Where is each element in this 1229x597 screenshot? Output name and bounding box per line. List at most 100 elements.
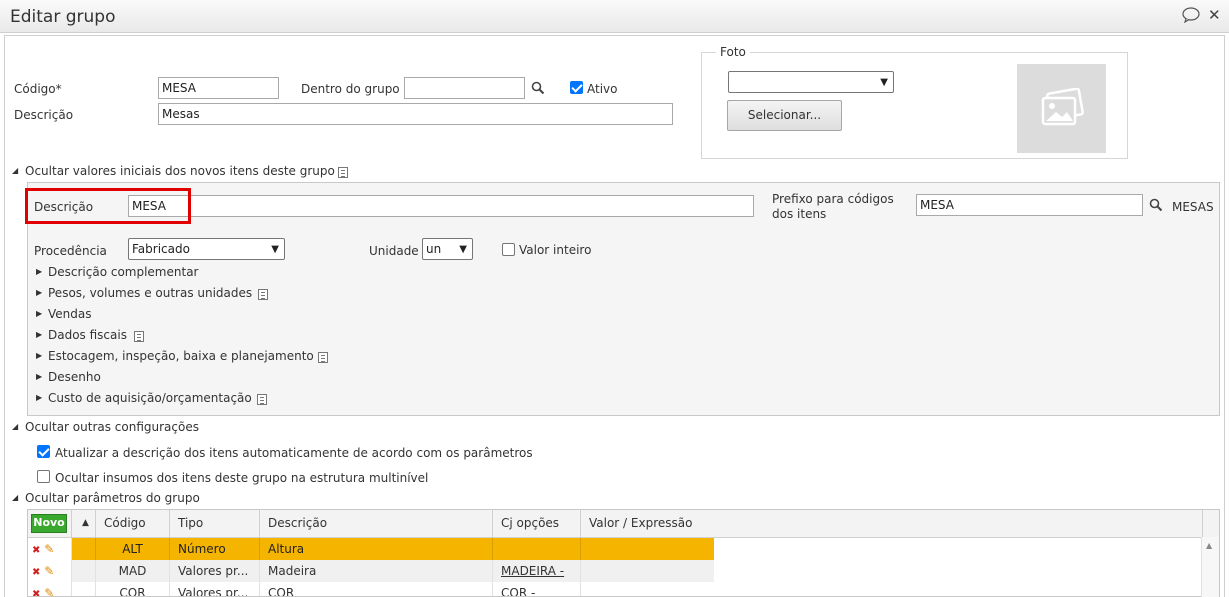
note-icon[interactable] [258, 289, 268, 300]
row-spacer [72, 582, 96, 596]
grid-header-sort[interactable]: ▲ [72, 510, 96, 538]
section-estocagem[interactable]: Estocagem, inspeção, baixa e planejament… [48, 349, 314, 363]
expand-triangle-icon[interactable]: ▶ [36, 267, 42, 276]
section-dados-fiscais[interactable]: Dados fiscais [48, 328, 127, 342]
valor-inteiro-label: Valor inteiro [519, 243, 592, 257]
scroll-up-icon[interactable]: ▲ [1206, 541, 1212, 550]
section-desenho[interactable]: Desenho [48, 370, 101, 384]
cell-valor[interactable] [581, 560, 714, 582]
valor-inteiro-checkbox[interactable] [502, 243, 515, 256]
row-actions: ✖ ✎ [28, 582, 72, 596]
cell-codigo: COR [96, 582, 170, 596]
update-description-label: Atualizar a descrição dos itens automati… [55, 446, 533, 460]
pencil-icon[interactable]: ✎ [44, 542, 54, 556]
close-icon[interactable]: ✕ [1208, 6, 1221, 24]
ativo-label: Ativo [587, 82, 618, 96]
params-grid: Novo ▲ Código Tipo Descrição Cj opções V… [27, 509, 1220, 597]
pencil-icon[interactable]: ✎ [44, 586, 54, 596]
cell-cj-opcoes[interactable]: COR - [493, 582, 581, 596]
search-icon[interactable] [1149, 198, 1163, 212]
note-icon[interactable] [318, 352, 328, 363]
search-icon[interactable] [531, 81, 545, 95]
cell-descricao: Altura [260, 538, 493, 560]
codigo-input[interactable]: MESA [158, 77, 279, 99]
dentro-do-grupo-input[interactable] [404, 77, 525, 99]
prefixo-input[interactable]: MESA [916, 194, 1143, 216]
procedencia-label: Procedência [34, 244, 107, 258]
table-row[interactable]: ✖ ✎ MAD Valores pr... Madeira MADEIRA - [28, 560, 1203, 582]
unidade-select[interactable]: un ▼ [422, 238, 473, 260]
section-custo-aquisicao[interactable]: Custo de aquisição/orçamentação [48, 391, 252, 405]
note-icon[interactable] [338, 167, 348, 178]
pencil-icon[interactable]: ✎ [44, 564, 54, 578]
procedencia-select[interactable]: Fabricado ▼ [128, 238, 285, 260]
highlight-box [25, 188, 191, 224]
collapse-triangle-icon[interactable]: ◢ [12, 493, 18, 502]
note-icon[interactable] [134, 331, 144, 342]
column-header-codigo[interactable]: Código [96, 510, 170, 538]
descricao-input[interactable]: Mesas [158, 103, 673, 125]
chat-bubble-icon[interactable] [1182, 7, 1200, 23]
grid-header-actions: Novo [28, 510, 72, 538]
foto-legend: Foto [716, 45, 750, 59]
window-title: Editar grupo [10, 7, 116, 27]
chevron-down-icon: ▼ [880, 77, 888, 88]
row-spacer [72, 560, 96, 582]
section-descricao-complementar[interactable]: Descrição complementar [48, 265, 198, 279]
grid-scrollbar[interactable]: ▲ [1201, 537, 1219, 597]
prefixo-label-line1: Prefixo para códigos [772, 192, 894, 206]
image-icon [1041, 88, 1084, 126]
row-actions: ✖ ✎ [28, 560, 72, 582]
photo-placeholder[interactable] [1017, 64, 1106, 153]
cell-codigo: MAD [96, 560, 170, 582]
section-pesos-volumes[interactable]: Pesos, volumes e outras unidades [48, 286, 252, 300]
ativo-checkbox[interactable] [570, 81, 583, 94]
descricao-label: Descrição [14, 108, 74, 122]
cell-tipo: Valores pr... [170, 582, 260, 596]
update-description-checkbox[interactable] [37, 445, 50, 458]
table-row[interactable]: ✖ ✎ ALT Número Altura [28, 538, 1203, 560]
expand-triangle-icon[interactable]: ▶ [36, 372, 42, 381]
section-vendas[interactable]: Vendas [48, 307, 92, 321]
foto-select[interactable]: ▼ [728, 71, 894, 93]
row-spacer [72, 538, 96, 560]
other-config-toggle[interactable]: Ocultar outras configurações [25, 420, 199, 434]
window-titlebar [0, 0, 1229, 33]
initial-values-toggle[interactable]: Ocultar valores iniciais dos novos itens… [25, 164, 335, 178]
cell-tipo: Número [170, 538, 260, 560]
row-actions: ✖ ✎ [28, 538, 72, 560]
novo-button[interactable]: Novo [31, 514, 67, 533]
expand-triangle-icon[interactable]: ▶ [36, 330, 42, 339]
cell-cj-opcoes-link[interactable]: MADEIRA - [493, 560, 581, 582]
dentro-do-grupo-label: Dentro do grupo [301, 82, 400, 96]
column-header-tipo[interactable]: Tipo [170, 510, 260, 538]
table-row[interactable]: ✖ ✎ COR Valores pr... COR COR - [28, 582, 1203, 596]
grid-header-filler [1203, 510, 1219, 538]
unidade-value: un [426, 242, 442, 256]
cell-valor[interactable] [581, 582, 714, 596]
cell-cj-opcoes [493, 538, 581, 560]
chevron-down-icon: ▼ [459, 244, 467, 255]
unidade-label: Unidade [369, 244, 419, 258]
column-header-cj-opcoes[interactable]: Cj opções [493, 510, 581, 538]
column-header-descricao[interactable]: Descrição [260, 510, 493, 538]
hide-inputs-checkbox[interactable] [37, 470, 50, 483]
expand-triangle-icon[interactable]: ▶ [36, 351, 42, 360]
prefixo-result: MESAS [1172, 200, 1214, 214]
column-header-valor-expressao[interactable]: Valor / Expressão [581, 510, 1203, 538]
delete-icon[interactable]: ✖ [32, 545, 40, 556]
expand-triangle-icon[interactable]: ▶ [36, 393, 42, 402]
delete-icon[interactable]: ✖ [32, 589, 40, 596]
collapse-triangle-icon[interactable]: ◢ [12, 166, 18, 175]
selecionar-button[interactable]: Selecionar... [727, 100, 842, 131]
params-toggle[interactable]: Ocultar parâmetros do grupo [25, 491, 200, 505]
cell-descricao: Madeira [260, 560, 493, 582]
expand-triangle-icon[interactable]: ▶ [36, 309, 42, 318]
expand-triangle-icon[interactable]: ▶ [36, 288, 42, 297]
cell-valor[interactable] [581, 538, 714, 560]
delete-icon[interactable]: ✖ [32, 567, 40, 578]
iv-descricao-input[interactable]: MESA [128, 195, 754, 217]
codigo-label: Código* [14, 82, 62, 96]
collapse-triangle-icon[interactable]: ◢ [12, 422, 18, 431]
note-icon[interactable] [257, 394, 267, 405]
